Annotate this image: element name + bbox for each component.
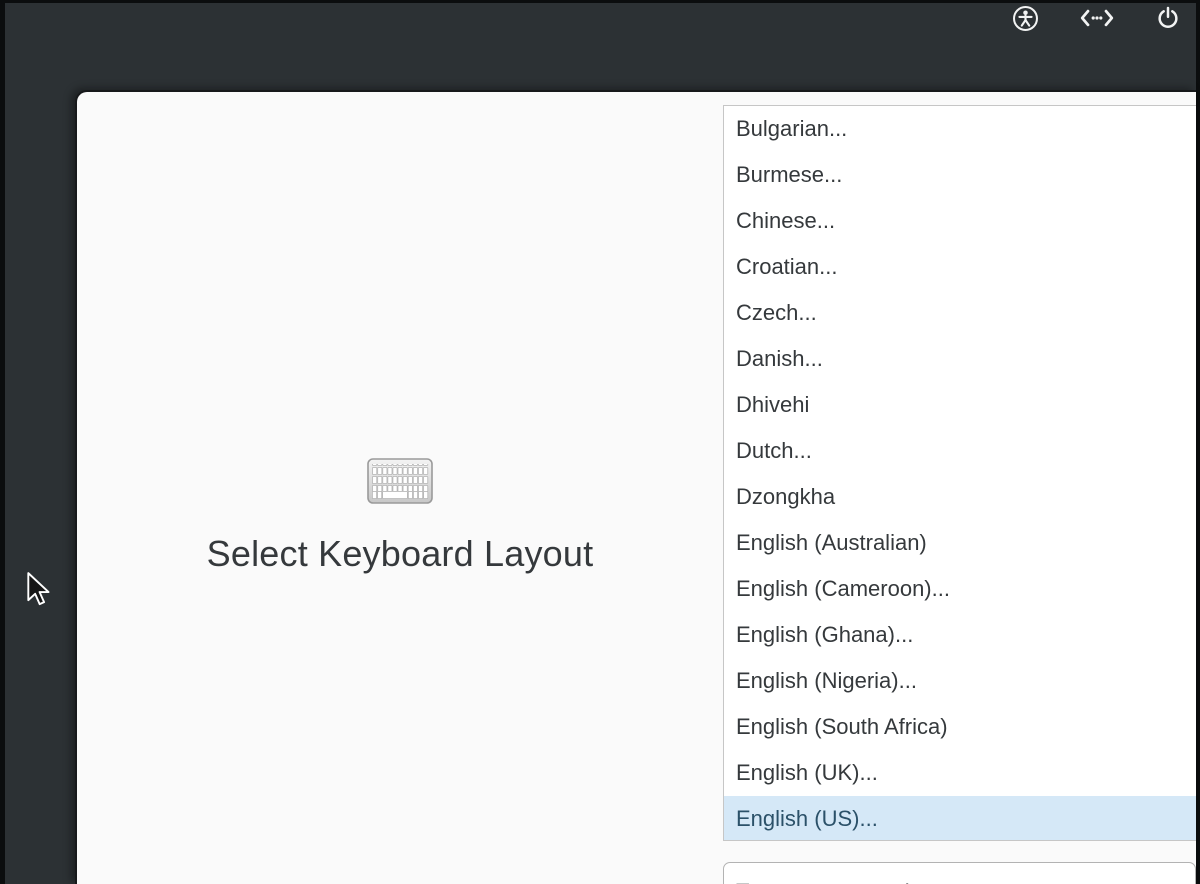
title-pane: Select Keyboard Layout (77, 92, 723, 884)
page-title: Select Keyboard Layout (206, 533, 594, 574)
layout-list-item[interactable]: English (Ghana)... (724, 612, 1196, 658)
layout-list-item[interactable]: Danish... (724, 336, 1196, 382)
layout-list-item[interactable]: English (Cameroon)... (724, 566, 1196, 612)
layout-list-item[interactable]: English (US)... (724, 796, 1196, 840)
layout-list-item[interactable]: Croatian... (724, 244, 1196, 290)
screen: Select Keyboard Layout Bulgarian... Burme… (0, 0, 1200, 884)
layout-list-item[interactable]: Chinese... (724, 198, 1196, 244)
layout-list-item[interactable]: English (Australian) (724, 520, 1196, 566)
layout-list-item[interactable]: Burmese... (724, 152, 1196, 198)
keyboard-layout-switcher-icon[interactable] (1079, 5, 1115, 31)
layout-list-item[interactable]: Dhivehi (724, 382, 1196, 428)
keyboard-icon (367, 458, 433, 504)
accessibility-icon[interactable] (1012, 5, 1039, 32)
layout-list-item[interactable]: Bulgarian... (724, 106, 1196, 152)
layout-list-item[interactable]: English (UK)... (724, 750, 1196, 796)
power-icon[interactable] (1155, 5, 1181, 31)
top-bar (1012, 3, 1181, 33)
keyboard-setup-window: Select Keyboard Layout Bulgarian... Burme… (75, 90, 1196, 884)
keyboard-layout-list: Bulgarian... Burmese... Chinese... Croatian… (723, 105, 1196, 841)
mouse-cursor (26, 572, 52, 608)
layout-list-item[interactable]: Dzongkha (724, 474, 1196, 520)
layout-list-item[interactable]: Dutch... (724, 428, 1196, 474)
layout-list-item[interactable]: English (Nigeria)... (724, 658, 1196, 704)
layout-list-item[interactable]: Czech... (724, 290, 1196, 336)
layout-test-input[interactable] (723, 862, 1196, 884)
layout-list-item[interactable]: English (South Africa) (724, 704, 1196, 750)
